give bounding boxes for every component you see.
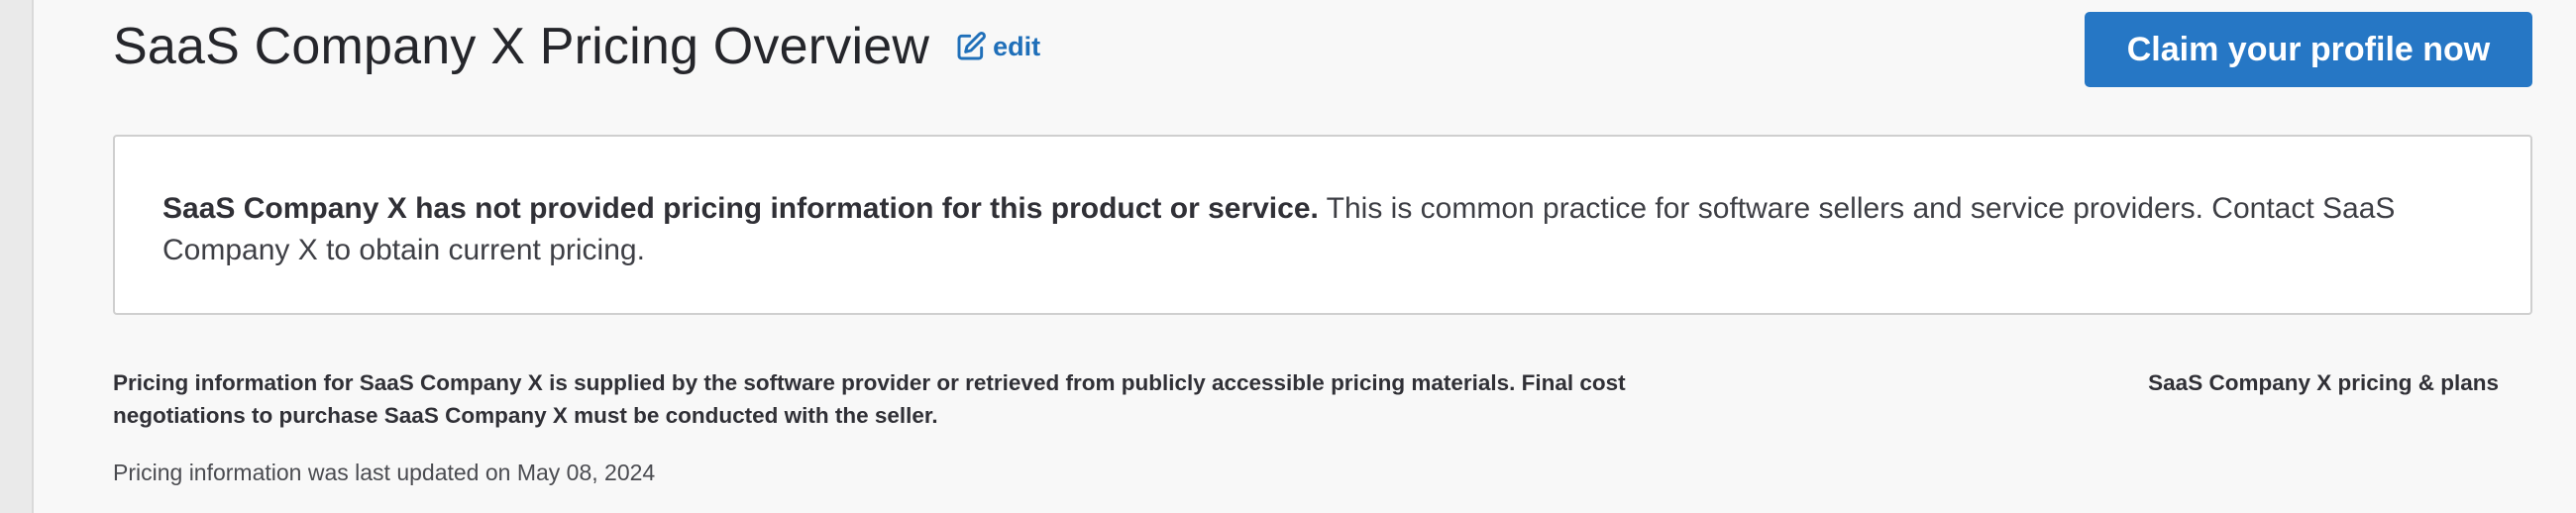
edit-link[interactable]: edit — [955, 31, 1040, 62]
notice-bold-text: SaaS Company X has not provided pricing … — [162, 192, 1319, 225]
claim-profile-button[interactable]: Claim your profile now — [2085, 12, 2532, 87]
pricing-disclaimer: Pricing information for SaaS Company X i… — [113, 370, 1626, 428]
edit-icon — [957, 32, 987, 60]
page-title: SaaS Company X Pricing Overview — [113, 18, 930, 75]
pricing-panel: SaaS Company X Pricing Overview edit Cla… — [32, 0, 2576, 513]
pricing-header: SaaS Company X Pricing Overview edit — [113, 14, 1040, 79]
last-updated-text: Pricing information was last updated on … — [113, 460, 656, 485]
no-pricing-notice: SaaS Company X has not provided pricing … — [113, 135, 2532, 315]
edit-label: edit — [993, 31, 1041, 61]
pricing-plans-link[interactable]: SaaS Company X pricing & plans — [2148, 366, 2499, 399]
